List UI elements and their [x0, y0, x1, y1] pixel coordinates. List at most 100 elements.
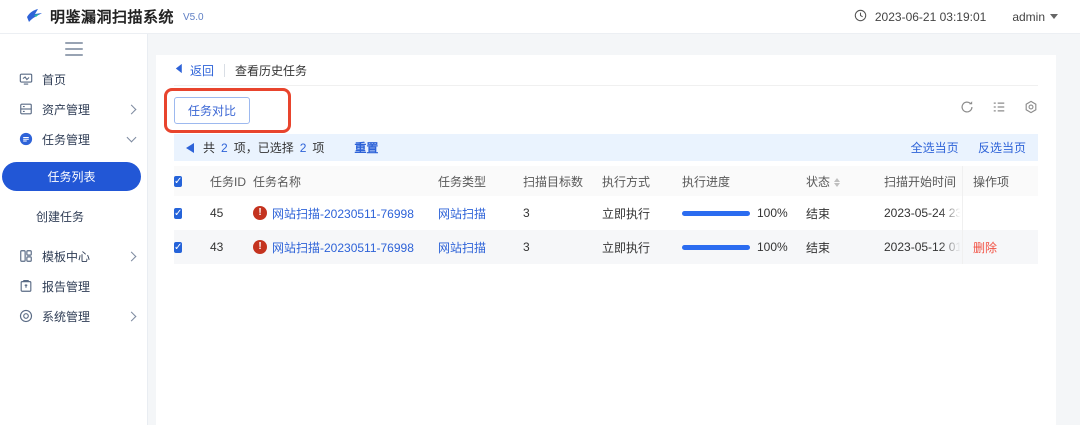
table-row: ✓ 43 ! 网站扫描-20230511-76998 网站扫描 3 立即执行 — [174, 230, 1038, 264]
sort-icon[interactable] — [834, 178, 840, 187]
task-name-link[interactable]: 网站扫描-20230511-76998 — [272, 205, 414, 222]
delete-link[interactable]: 删除 — [973, 239, 997, 256]
actions-row: 任务对比 — [174, 86, 1038, 134]
col-task-type: 任务类型 — [438, 173, 523, 190]
sidebar-item-task-list[interactable]: 任务列表 — [2, 162, 141, 191]
progress-label: 100% — [757, 206, 788, 220]
scan-target-count: 3 — [523, 240, 602, 254]
progress-bar — [682, 245, 750, 250]
sidebar-item-label: 创建任务 — [36, 208, 84, 225]
exec-mode: 立即执行 — [602, 239, 682, 256]
scan-target-count: 3 — [523, 206, 602, 220]
row-checkbox[interactable]: ✓ — [174, 208, 182, 219]
col-status: 状态 — [806, 173, 884, 190]
selected-count: 2 — [300, 141, 307, 155]
chevron-right-icon — [127, 311, 137, 321]
current-datetime: 2023-06-21 03:19:01 — [875, 10, 986, 24]
exec-mode: 立即执行 — [602, 205, 682, 222]
report-clipboard-icon — [18, 279, 33, 294]
sidebar-item-label: 任务管理 — [42, 131, 119, 148]
select-all-checkbox[interactable]: ✓ — [174, 176, 182, 187]
sidebar-item-label: 报告管理 — [42, 278, 135, 295]
asset-server-icon — [18, 102, 33, 117]
sidebar-item-label: 任务列表 — [47, 168, 95, 185]
task-id: 43 — [210, 240, 253, 254]
progress-bar — [682, 211, 750, 216]
task-circle-icon — [18, 132, 33, 147]
red-annotation-box: 任务对比 — [164, 88, 291, 133]
sidebar-collapse-button[interactable] — [65, 42, 83, 56]
refresh-icon[interactable] — [960, 100, 974, 114]
sidebar-item-reports[interactable]: 报告管理 — [0, 271, 147, 301]
chevron-right-icon — [127, 104, 137, 114]
row-operations — [962, 196, 1038, 230]
sidebar-item-create-task[interactable]: 创建任务 — [0, 201, 147, 231]
alert-circle-icon: ! — [253, 240, 267, 254]
task-name-link[interactable]: 网站扫描-20230511-76998 — [272, 239, 414, 256]
task-type-link[interactable]: 网站扫描 — [438, 207, 486, 221]
app-title: 明鉴漏洞扫描系统 — [50, 6, 174, 27]
table-tools — [960, 100, 1038, 114]
brand: 明鉴漏洞扫描系统 V5.0 — [26, 6, 204, 27]
app-logo-icon — [26, 8, 43, 26]
col-exec-mode: 执行方式 — [602, 173, 682, 190]
invert-select-page-link[interactable]: 反选当页 — [978, 141, 1026, 155]
gear-icon[interactable] — [1024, 100, 1038, 114]
left-triangle-icon[interactable] — [186, 143, 194, 153]
total-count: 2 — [221, 141, 228, 155]
sidebar: 首页 资产管理 任务管理 任务列表 创建任务 — [0, 34, 148, 425]
sidebar-item-assets[interactable]: 资产管理 — [0, 94, 147, 124]
alert-circle-icon: ! — [253, 206, 267, 220]
sidebar-item-home[interactable]: 首页 — [0, 64, 147, 94]
topbar-right: 2023-06-21 03:19:01 admin — [854, 9, 1058, 25]
col-task-name: 任务名称 — [253, 173, 438, 190]
row-checkbox[interactable]: ✓ — [174, 242, 182, 253]
clock-icon — [854, 9, 867, 25]
main-area: 返回 查看历史任务 任务对比 — [148, 34, 1080, 425]
system-gear-icon — [18, 309, 33, 324]
col-start-time: 扫描开始时间 — [884, 173, 962, 190]
divider — [224, 64, 225, 77]
sidebar-item-templates[interactable]: 模板中心 — [0, 241, 147, 271]
status-text: 结束 — [806, 205, 884, 222]
back-button[interactable]: 返回 — [174, 62, 214, 79]
scan-start-time: 2023-05-12 01:0 — [884, 240, 962, 254]
selection-bar: 共 2 项，已选择 2 项 重置 全选当页 反选当页 — [174, 134, 1038, 161]
app-root: 明鉴漏洞扫描系统 V5.0 2023-06-21 03:19:01 admin … — [0, 0, 1080, 425]
col-task-id: 任务ID — [210, 173, 253, 190]
chevron-down-icon — [127, 133, 137, 143]
task-type-link[interactable]: 网站扫描 — [438, 241, 486, 255]
scan-start-time: 2023-05-24 23:0 — [884, 206, 962, 220]
username: admin — [1012, 10, 1045, 24]
sidebar-item-system[interactable]: 系统管理 — [0, 301, 147, 331]
status-text: 结束 — [806, 239, 884, 256]
sidebar-item-label: 系统管理 — [42, 308, 119, 325]
home-dashboard-icon — [18, 72, 33, 87]
column-settings-icon[interactable] — [992, 100, 1006, 114]
page-tabbar: 返回 查看历史任务 — [174, 55, 1038, 86]
sidebar-item-label: 模板中心 — [42, 248, 119, 265]
col-scan-targets: 扫描目标数 — [523, 173, 602, 190]
task-id: 45 — [210, 206, 253, 220]
progress-label: 100% — [757, 240, 788, 254]
tab-history-tasks[interactable]: 查看历史任务 — [235, 62, 307, 79]
template-grid-icon — [18, 249, 33, 264]
task-table: ✓ 任务ID 任务名称 任务类型 扫描目标数 执行方式 执行进度 状态 扫描开始… — [174, 166, 1038, 264]
table-row: ✓ 45 ! 网站扫描-20230511-76998 网站扫描 3 立即执行 — [174, 196, 1038, 230]
user-menu[interactable]: admin — [1012, 10, 1058, 24]
reset-selection-link[interactable]: 重置 — [354, 139, 378, 156]
chevron-right-icon — [127, 251, 137, 261]
app-header: 明鉴漏洞扫描系统 V5.0 2023-06-21 03:19:01 admin — [0, 0, 1080, 34]
content-card: 返回 查看历史任务 任务对比 — [156, 55, 1056, 425]
sidebar-item-tasks[interactable]: 任务管理 — [0, 124, 147, 154]
app-version: V5.0 — [183, 12, 204, 23]
task-compare-button[interactable]: 任务对比 — [174, 97, 250, 124]
chevron-down-icon — [1050, 14, 1058, 19]
sidebar-item-label: 资产管理 — [42, 101, 119, 118]
col-progress: 执行进度 — [682, 173, 806, 190]
select-all-page-link[interactable]: 全选当页 — [911, 141, 959, 155]
sidebar-item-label: 首页 — [42, 71, 135, 88]
table-header-row: ✓ 任务ID 任务名称 任务类型 扫描目标数 执行方式 执行进度 状态 扫描开始… — [174, 166, 1038, 196]
back-arrow-icon — [174, 63, 185, 77]
col-operations: 操作项 — [962, 166, 1038, 196]
